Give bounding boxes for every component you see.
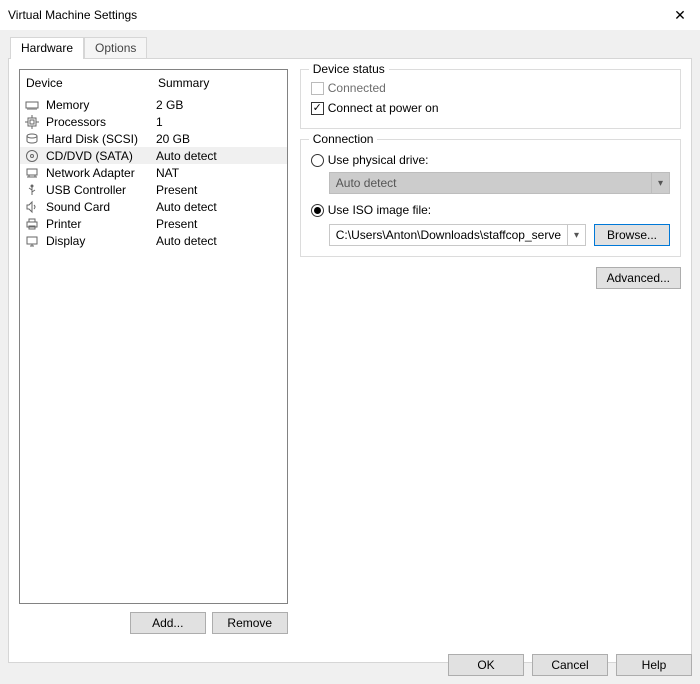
help-button[interactable]: Help bbox=[616, 654, 692, 676]
device-summary: Auto detect bbox=[152, 234, 287, 248]
device-name: Hard Disk (SCSI) bbox=[42, 132, 152, 146]
device-name: USB Controller bbox=[42, 183, 152, 197]
device-summary: Auto detect bbox=[152, 200, 287, 214]
iso-radio[interactable] bbox=[311, 204, 324, 217]
device-status-legend: Device status bbox=[309, 62, 389, 76]
device-name: Memory bbox=[42, 98, 152, 112]
physical-drive-label: Use physical drive: bbox=[328, 153, 429, 167]
device-name: CD/DVD (SATA) bbox=[42, 149, 152, 163]
device-row[interactable]: PrinterPresent bbox=[20, 215, 287, 232]
column-header-summary: Summary bbox=[152, 70, 287, 96]
display-icon bbox=[24, 233, 40, 249]
device-row[interactable]: USB ControllerPresent bbox=[20, 181, 287, 198]
device-row[interactable]: Memory2 GB bbox=[20, 96, 287, 113]
device-status-group: Device status Connected ✓ Connect at pow… bbox=[300, 69, 681, 129]
poweron-label: Connect at power on bbox=[328, 101, 439, 115]
device-summary: NAT bbox=[152, 166, 287, 180]
physical-drive-radio[interactable] bbox=[311, 154, 324, 167]
advanced-button[interactable]: Advanced... bbox=[596, 267, 681, 289]
tab-hardware[interactable]: Hardware bbox=[10, 37, 84, 59]
memory-icon bbox=[24, 97, 40, 113]
physical-drive-radio-row[interactable]: Use physical drive: bbox=[311, 150, 670, 170]
ok-button[interactable]: OK bbox=[448, 654, 524, 676]
connection-legend: Connection bbox=[309, 132, 378, 146]
chevron-down-icon: ▾ bbox=[651, 173, 669, 193]
cancel-button[interactable]: Cancel bbox=[532, 654, 608, 676]
connection-group: Connection Use physical drive: Auto dete… bbox=[300, 139, 681, 257]
poweron-checkbox-row[interactable]: ✓ Connect at power on bbox=[311, 98, 670, 118]
device-row[interactable]: DisplayAuto detect bbox=[20, 232, 287, 249]
device-row[interactable]: Processors1 bbox=[20, 113, 287, 130]
physical-drive-combo: Auto detect ▾ bbox=[329, 172, 670, 194]
device-name: Network Adapter bbox=[42, 166, 152, 180]
device-list[interactable]: Device Summary Memory2 GBProcessors1Hard… bbox=[19, 69, 288, 604]
close-icon[interactable]: ✕ bbox=[670, 7, 690, 24]
device-row[interactable]: Sound CardAuto detect bbox=[20, 198, 287, 215]
sound-icon bbox=[24, 199, 40, 215]
poweron-checkbox[interactable]: ✓ bbox=[311, 102, 324, 115]
device-summary: 2 GB bbox=[152, 98, 287, 112]
device-summary: 1 bbox=[152, 115, 287, 129]
device-name: Display bbox=[42, 234, 152, 248]
device-name: Printer bbox=[42, 217, 152, 231]
connected-checkbox bbox=[311, 82, 324, 95]
usb-icon bbox=[24, 182, 40, 198]
cpu-icon bbox=[24, 114, 40, 130]
browse-button[interactable]: Browse... bbox=[594, 224, 670, 246]
connected-checkbox-row: Connected bbox=[311, 78, 670, 98]
iso-label: Use ISO image file: bbox=[328, 203, 431, 217]
cd-icon bbox=[24, 148, 40, 164]
device-row[interactable]: CD/DVD (SATA)Auto detect bbox=[20, 147, 287, 164]
remove-button[interactable]: Remove bbox=[212, 612, 288, 634]
physical-drive-value: Auto detect bbox=[330, 176, 651, 190]
device-summary: Present bbox=[152, 183, 287, 197]
window-title: Virtual Machine Settings bbox=[8, 8, 137, 22]
tab-options[interactable]: Options bbox=[84, 37, 147, 59]
net-icon bbox=[24, 165, 40, 181]
iso-path-value: C:\Users\Anton\Downloads\staffcop_serve bbox=[330, 228, 567, 242]
add-button[interactable]: Add... bbox=[130, 612, 206, 634]
connected-label: Connected bbox=[328, 81, 386, 95]
device-summary: Auto detect bbox=[152, 149, 287, 163]
device-row[interactable]: Hard Disk (SCSI)20 GB bbox=[20, 130, 287, 147]
device-summary: Present bbox=[152, 217, 287, 231]
printer-icon bbox=[24, 216, 40, 232]
chevron-down-icon[interactable]: ▾ bbox=[567, 225, 585, 245]
device-name: Sound Card bbox=[42, 200, 152, 214]
column-header-device: Device bbox=[20, 70, 152, 96]
iso-path-combo[interactable]: C:\Users\Anton\Downloads\staffcop_serve … bbox=[329, 224, 586, 246]
iso-radio-row[interactable]: Use ISO image file: bbox=[311, 200, 670, 220]
device-name: Processors bbox=[42, 115, 152, 129]
device-summary: 20 GB bbox=[152, 132, 287, 146]
device-row[interactable]: Network AdapterNAT bbox=[20, 164, 287, 181]
hdd-icon bbox=[24, 131, 40, 147]
